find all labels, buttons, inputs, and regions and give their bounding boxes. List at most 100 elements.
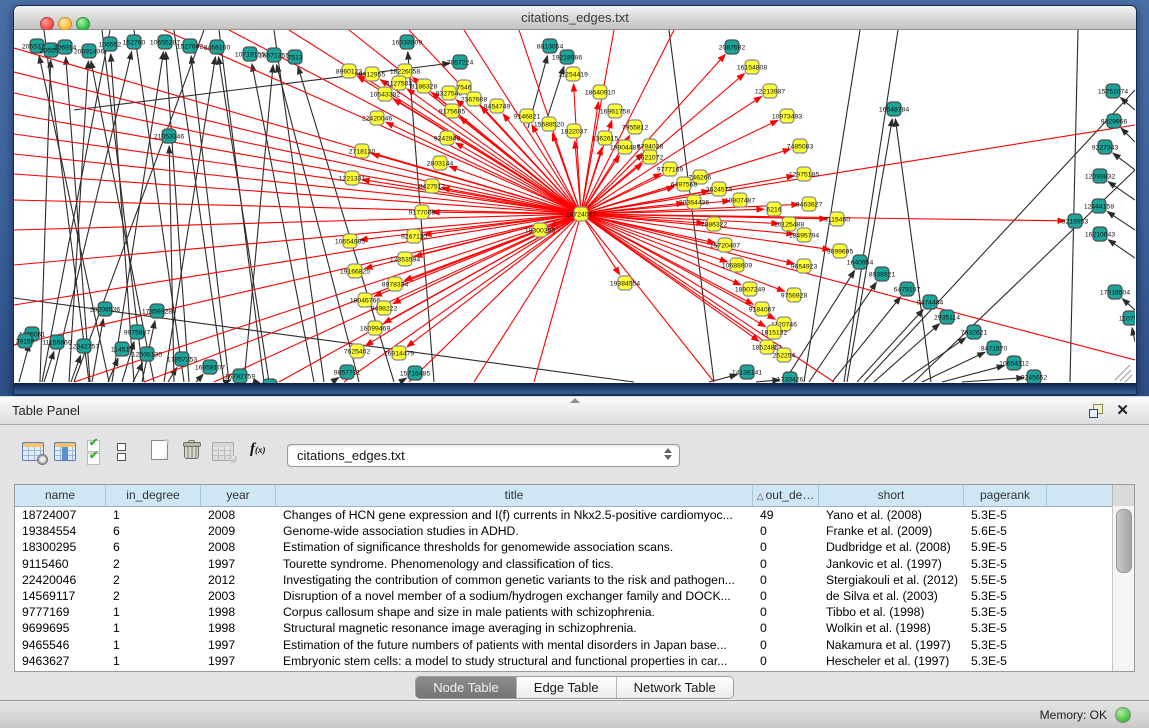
- cell-pagerank[interactable]: 5.3E-5: [964, 588, 1047, 604]
- cell-name[interactable]: 9699695: [15, 620, 106, 636]
- graph-edge[interactable]: [164, 57, 215, 382]
- column-header-year[interactable]: year: [201, 485, 276, 506]
- vertical-scrollbar[interactable]: [1112, 506, 1134, 671]
- network-canvas[interactable]: 1872400789601238912955182260589127503105…: [14, 30, 1136, 383]
- cell-pagerank[interactable]: 5.9E-5: [964, 539, 1047, 555]
- graph-edge[interactable]: [832, 297, 901, 382]
- cell-title[interactable]: Disruption of a novel member of a sodium…: [276, 588, 753, 604]
- cell-pagerank[interactable]: 5.3E-5: [964, 653, 1047, 669]
- graph-edge[interactable]: [1107, 212, 1135, 230]
- cell-name[interactable]: 9465546: [15, 637, 106, 653]
- float-window-icon[interactable]: [1089, 404, 1103, 417]
- citation-network-graph[interactable]: 1872400789601238912955182260589127503105…: [14, 30, 1135, 383]
- cell-pagerank[interactable]: 5.3E-5: [964, 637, 1047, 653]
- cell-title[interactable]: Structural magnetic resonance image aver…: [276, 620, 753, 636]
- graph-edge[interactable]: [902, 338, 966, 382]
- graph-edge[interactable]: [1132, 328, 1135, 342]
- cell-year[interactable]: 1998: [201, 604, 276, 620]
- delete-attributes-icon[interactable]: [183, 440, 199, 458]
- graph-edge[interactable]: [534, 214, 581, 382]
- cell-short[interactable]: Jankovic et al. (1997): [819, 556, 964, 572]
- cell-pagerank[interactable]: 5.3E-5: [964, 507, 1047, 523]
- cell-in_degree[interactable]: 2: [106, 588, 201, 604]
- column-header-short[interactable]: short: [819, 485, 964, 506]
- close-panel-icon[interactable]: ✕: [1116, 401, 1129, 419]
- memory-ok-indicator-icon[interactable]: [1115, 707, 1131, 723]
- column-header-pagerank[interactable]: pagerank: [964, 485, 1047, 506]
- cell-in_degree[interactable]: 2: [106, 572, 201, 588]
- graph-edge[interactable]: [1113, 153, 1135, 170]
- graph-edge[interactable]: [962, 378, 1024, 382]
- graph-edge[interactable]: [581, 214, 794, 264]
- cell-out_de…[interactable]: 49: [753, 507, 819, 523]
- graph-edge[interactable]: [809, 282, 876, 382]
- cell-in_degree[interactable]: 1: [106, 507, 201, 523]
- cell-pagerank[interactable]: 5.3E-5: [964, 556, 1047, 572]
- table-settings-icon[interactable]: [22, 442, 44, 461]
- cell-out_de…[interactable]: 0: [753, 523, 819, 539]
- cell-title[interactable]: Corpus callosum shape and size in male p…: [276, 604, 753, 620]
- cell-name[interactable]: 19384554: [15, 523, 106, 539]
- cell-short[interactable]: Tibbo et al. (1998): [819, 604, 964, 620]
- cell-name[interactable]: 18300295: [15, 539, 106, 555]
- cell-name[interactable]: 9115460: [15, 556, 106, 572]
- table-selector-combo[interactable]: citations_edges.txt: [287, 444, 680, 467]
- graph-edge[interactable]: [66, 57, 90, 382]
- cell-pagerank[interactable]: 5.6E-5: [964, 523, 1047, 539]
- cell-out_de…[interactable]: 0: [753, 620, 819, 636]
- graph-edge[interactable]: [1070, 30, 1078, 382]
- table-row[interactable]: 1938455462009Genome-wide association stu…: [15, 523, 1134, 539]
- cell-pagerank[interactable]: 5.3E-5: [964, 604, 1047, 620]
- column-header-name[interactable]: name: [15, 485, 106, 506]
- graph-edge[interactable]: [196, 374, 203, 382]
- cell-title[interactable]: Investigating the contribution of common…: [276, 572, 753, 588]
- graph-edge[interactable]: [219, 57, 269, 382]
- column-selector-icon[interactable]: [54, 442, 76, 461]
- column-header-title[interactable]: title: [276, 485, 753, 506]
- cell-name[interactable]: 22420046: [15, 572, 106, 588]
- graph-edge[interactable]: [14, 154, 581, 214]
- cell-title[interactable]: Estimation of significance thresholds fo…: [276, 539, 753, 555]
- graph-edge[interactable]: [922, 352, 985, 382]
- cell-title[interactable]: Changes of HCN gene expression and I(f) …: [276, 507, 753, 523]
- cell-short[interactable]: de Silva et al. (2003): [819, 588, 964, 604]
- graph-edge[interactable]: [1120, 370, 1131, 381]
- cell-in_degree[interactable]: 2: [106, 556, 201, 572]
- cell-pagerank[interactable]: 5.3E-5: [964, 620, 1047, 636]
- new-table-icon[interactable]: [151, 440, 168, 460]
- table-row[interactable]: 1872400712008Changes of HCN gene express…: [15, 507, 1134, 523]
- graph-edge[interactable]: [332, 378, 339, 382]
- cell-short[interactable]: Franke et al. (2009): [819, 523, 964, 539]
- table-row[interactable]: 969969511998Structural magnetic resonanc…: [15, 620, 1134, 636]
- graph-edge[interactable]: [409, 214, 581, 382]
- cell-short[interactable]: Nakamura et al. (1997): [819, 637, 964, 653]
- column-header-out_de…[interactable]: △out_de…: [753, 485, 819, 506]
- cell-out_de…[interactable]: 0: [753, 588, 819, 604]
- cell-name[interactable]: 9463627: [15, 653, 106, 669]
- cell-year[interactable]: 1997: [201, 637, 276, 653]
- panel-resize-grip-icon[interactable]: [570, 398, 580, 403]
- function-builder-icon[interactable]: f(x): [250, 441, 266, 458]
- graph-edge[interactable]: [42, 30, 110, 382]
- column-header-in_degree[interactable]: in_degree: [106, 485, 201, 506]
- cell-in_degree[interactable]: 1: [106, 620, 201, 636]
- cell-out_de…[interactable]: 0: [753, 653, 819, 669]
- cell-out_de…[interactable]: 0: [753, 604, 819, 620]
- graph-edge[interactable]: [133, 363, 143, 382]
- table-row[interactable]: 1830029562008Estimation of significance …: [15, 539, 1134, 555]
- tab-network-table[interactable]: Network Table: [616, 677, 733, 698]
- cell-in_degree[interactable]: 6: [106, 539, 201, 555]
- tab-edge-table[interactable]: Edge Table: [516, 677, 616, 698]
- table-row[interactable]: 977716911998Corpus callosum shape and si…: [15, 604, 1134, 620]
- tab-node-table[interactable]: Node Table: [416, 677, 516, 698]
- graph-edge[interactable]: [19, 344, 29, 382]
- graph-edge[interactable]: [400, 378, 406, 382]
- scrollbar-thumb[interactable]: [1116, 509, 1132, 573]
- cell-out_de…[interactable]: 0: [753, 556, 819, 572]
- cell-in_degree[interactable]: 1: [106, 637, 201, 653]
- cell-short[interactable]: Wolkin et al. (1998): [819, 620, 964, 636]
- cell-out_de…[interactable]: 0: [753, 539, 819, 555]
- graph-edge[interactable]: [372, 154, 581, 214]
- cell-title[interactable]: Tourette syndrome. Phenomenology and cla…: [276, 556, 753, 572]
- cell-year[interactable]: 2008: [201, 539, 276, 555]
